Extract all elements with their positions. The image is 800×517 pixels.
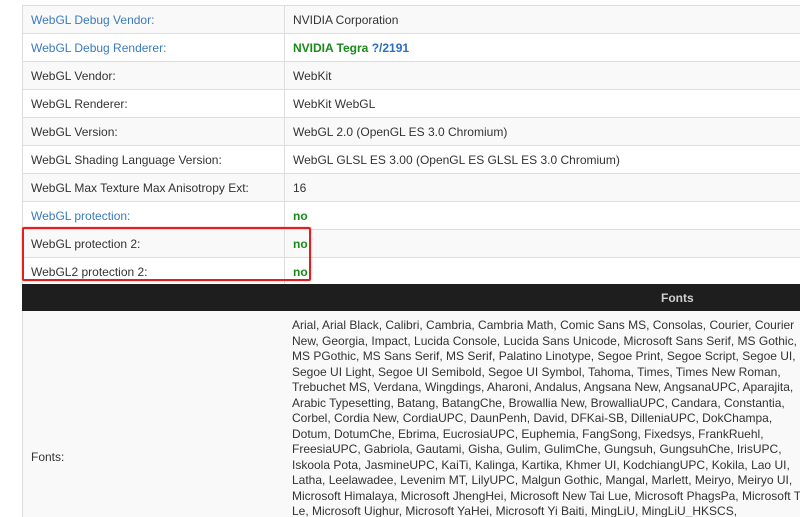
property-label-cell: WebGL protection: — [22, 201, 285, 230]
property-label: WebGL Vendor: — [31, 68, 116, 83]
property-label-cell: WebGL Shading Language Version: — [22, 145, 285, 174]
property-value: WebGL 2.0 (OpenGL ES 3.0 Chromium) — [293, 124, 508, 139]
webgl-info-page: WebGL Debug Vendor: NVIDIA Corporation Web… — [0, 0, 800, 517]
property-value: no — [293, 208, 308, 223]
property-row: WebGL protection: no — [22, 201, 800, 230]
property-value-extra: ?/2191 — [371, 40, 410, 55]
property-label-cell: WebGL Max Texture Max Anisotropy Ext: — [22, 173, 285, 202]
property-label-cell: WebGL Debug Vendor: — [22, 5, 285, 34]
fonts-row: Fonts: Arial, Arial Black, Calibri, Camb… — [22, 311, 800, 517]
property-value-cell: NVIDIA Tegra ?/2191 — [284, 33, 800, 62]
property-value: WebGL GLSL ES 3.00 (OpenGL ES GLSL ES 3.… — [293, 152, 620, 167]
property-value-cell: 16 — [284, 173, 800, 202]
property-label: WebGL Version: — [31, 124, 118, 139]
highlight-box — [22, 227, 311, 281]
fonts-list: Arial, Arial Black, Calibri, Cambria, Ca… — [292, 318, 800, 517]
property-label-cell: WebGL Version: — [22, 117, 285, 146]
property-value-cell: NVIDIA Corporation — [284, 5, 800, 34]
fonts-header-title: Fonts — [661, 291, 694, 305]
property-label: WebGL Renderer: — [31, 96, 128, 111]
property-value-cell: no — [284, 201, 800, 230]
property-label: WebGL Shading Language Version: — [31, 152, 222, 167]
property-value-cell: no — [284, 257, 800, 285]
property-value: NVIDIA Corporation — [293, 12, 399, 27]
property-label-link[interactable]: WebGL Debug Renderer: — [31, 41, 166, 55]
property-value-cell: WebGL 2.0 (OpenGL ES 3.0 Chromium) — [284, 117, 800, 146]
property-label: WebGL Max Texture Max Anisotropy Ext: — [31, 180, 249, 195]
property-value: WebKit WebGL — [293, 96, 376, 111]
property-value: 16 — [293, 180, 307, 195]
property-value-cell: WebKit WebGL — [284, 89, 800, 118]
property-row: WebGL Debug Vendor: NVIDIA Corporation — [22, 5, 800, 34]
property-row: WebGL Debug Renderer: NVIDIA Tegra ?/2191 — [22, 33, 800, 62]
property-row: WebGL Vendor: WebKit — [22, 61, 800, 90]
property-row: WebGL Version: WebGL 2.0 (OpenGL ES 3.0 C… — [22, 117, 800, 146]
property-row: WebGL Shading Language Version: WebGL GLS… — [22, 145, 800, 174]
property-label-cell: WebGL Debug Renderer: — [22, 33, 285, 62]
fonts-section-header: Fonts — [22, 284, 800, 311]
property-label-link[interactable]: WebGL protection: — [31, 209, 130, 223]
property-value-cell: WebKit — [284, 61, 800, 90]
property-value-cell: WebGL GLSL ES 3.00 (OpenGL ES GLSL ES 3.… — [284, 145, 800, 174]
property-value: NVIDIA Tegra — [293, 40, 372, 55]
property-row: WebGL Renderer: WebKit WebGL — [22, 89, 800, 118]
property-label-cell: WebGL Renderer: — [22, 89, 285, 118]
property-value-cell: no — [284, 229, 800, 258]
fonts-label: Fonts: — [31, 450, 65, 464]
property-label-link[interactable]: WebGL Debug Vendor: — [31, 13, 154, 27]
property-label-cell: WebGL Vendor: — [22, 61, 285, 90]
property-value: WebKit — [293, 68, 332, 83]
property-row: WebGL Max Texture Max Anisotropy Ext: 16 — [22, 173, 800, 202]
